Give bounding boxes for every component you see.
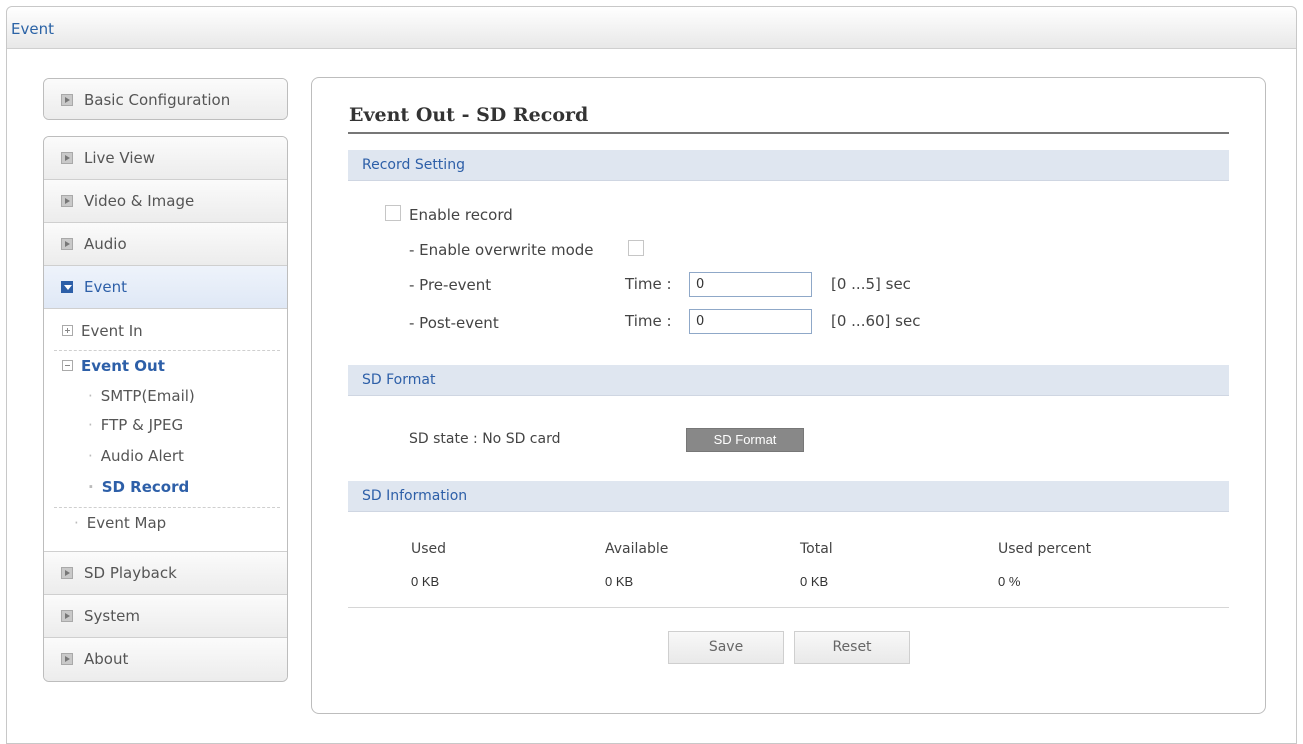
post-event-time-input[interactable] [689,309,812,334]
sidebar-item-event[interactable]: Event [44,266,287,309]
save-button[interactable]: Save [668,631,784,664]
tree-item-event-out[interactable]: Event Out [62,357,165,375]
expand-arrow-icon [61,94,73,106]
post-event-range: [0 ...60] sec [831,312,921,330]
sidebar-item-label: Basic Configuration [84,91,231,109]
expand-plus-icon [62,325,73,336]
tree-item-ftp-jpeg[interactable]: FTP & JPEG [88,416,183,434]
column-header-used-percent: Used percent [998,541,1092,557]
page-title: Event Out - SD Record [349,104,589,126]
value-available: 0 KB [605,574,634,589]
column-header-available: Available [605,541,669,557]
sidebar-item-live-view[interactable]: Live View [44,137,287,180]
sidebar-item-basic-configuration[interactable]: Basic Configuration [44,79,287,119]
column-header-used: Used [411,541,447,557]
value-used-percent: 0 % [998,574,1021,589]
tree-item-label: Event Out [81,357,165,375]
pre-event-time-label: Time : [625,275,672,293]
value-used: 0 KB [411,574,440,589]
sidebar-top-group: Basic Configuration [43,78,288,120]
sd-format-button[interactable]: SD Format [686,428,804,452]
value-total: 0 KB [800,574,829,589]
sidebar-item-sd-playback[interactable]: SD Playback [44,552,287,595]
expand-arrow-icon [61,610,73,622]
tree-item-event-in[interactable]: Event In [62,322,143,340]
expand-arrow-icon [61,152,73,164]
section-header-record-setting: Record Setting [348,150,1229,181]
sidebar-item-label: Event [84,278,127,296]
sd-state-label: SD state : No SD card [409,431,561,447]
sidebar-item-system[interactable]: System [44,595,287,638]
sidebar-item-label: System [84,607,140,625]
sidebar-menu: Live View Video & Image Audio Event Even… [43,136,288,682]
tree-item-label: Event In [81,322,143,340]
pre-event-label: - Pre-event [409,276,492,294]
sidebar-item-label: Live View [84,149,155,167]
section-title: Record Setting [362,157,465,173]
title-underline [348,132,1229,134]
section-title: SD Information [362,488,468,504]
expand-arrow-icon [61,567,73,579]
collapse-minus-icon [62,360,73,371]
collapse-arrow-icon [61,281,73,293]
content-panel: Event Out - SD Record Record Setting Ena… [311,77,1266,714]
overwrite-mode-checkbox[interactable] [628,240,644,256]
post-event-time-label: Time : [625,312,672,330]
section-header-sd-information: SD Information [348,481,1229,512]
enable-record-label: Enable record [409,206,513,224]
section-title: SD Format [362,372,436,388]
tree-item-sd-record[interactable]: SD Record [88,478,190,496]
overwrite-mode-label: - Enable overwrite mode [409,241,594,259]
tree-item-audio-alert[interactable]: Audio Alert [88,447,184,465]
expand-arrow-icon [61,195,73,207]
tree-item-event-map[interactable]: Event Map [74,514,166,532]
sidebar-item-label: Audio [84,235,127,253]
reset-button[interactable]: Reset [794,631,910,664]
divider [54,350,280,351]
divider [54,507,280,508]
sidebar-item-label: Video & Image [84,192,195,210]
expand-arrow-icon [61,653,73,665]
sidebar-item-audio[interactable]: Audio [44,223,287,266]
sidebar-item-label: SD Playback [84,564,177,582]
divider [348,607,1229,608]
enable-record-checkbox[interactable] [385,205,401,221]
pre-event-range: [0 ...5] sec [831,275,911,293]
section-header-sd-format: SD Format [348,365,1229,396]
title-bar: Event [7,7,1296,49]
post-event-label: - Post-event [409,314,499,332]
sidebar-item-video-image[interactable]: Video & Image [44,180,287,223]
expand-arrow-icon [61,238,73,250]
tree-item-smtp-email[interactable]: SMTP(Email) [88,387,195,405]
window-title: Event [11,20,54,38]
sidebar-item-about[interactable]: About [44,638,287,681]
sidebar-item-label: About [84,650,129,668]
event-submenu: Event In Event Out SMTP(Email) FTP & JPE… [44,309,287,552]
pre-event-time-input[interactable] [689,272,812,297]
column-header-total: Total [800,541,833,557]
